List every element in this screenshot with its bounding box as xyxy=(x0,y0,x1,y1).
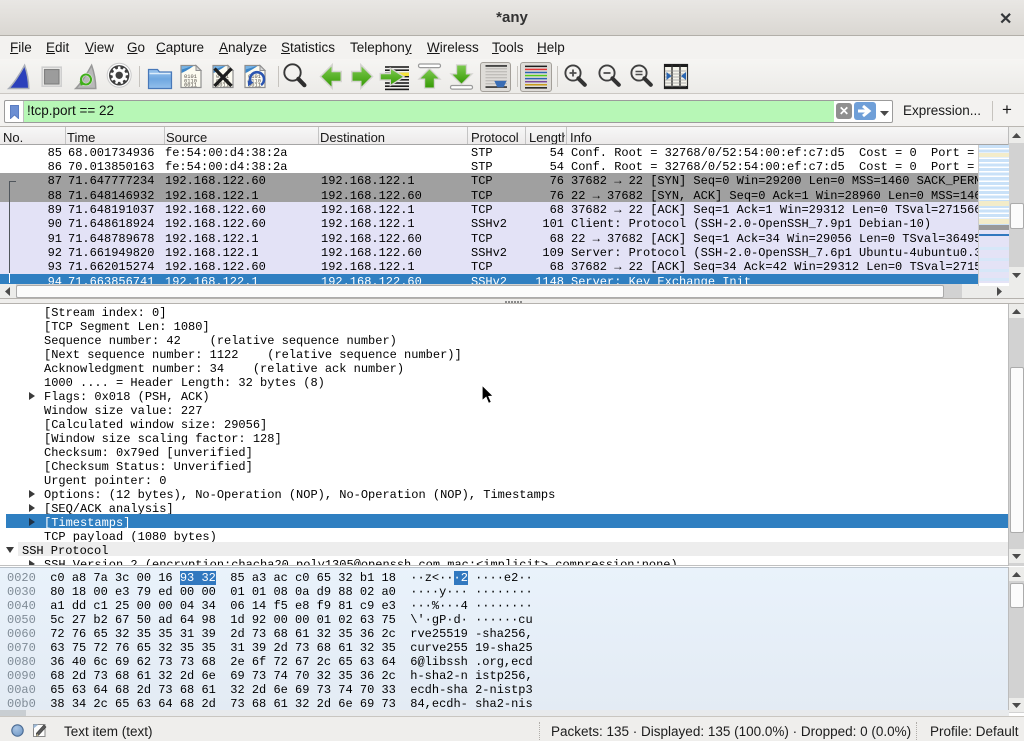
svg-text:0011: 0011 xyxy=(184,83,197,89)
